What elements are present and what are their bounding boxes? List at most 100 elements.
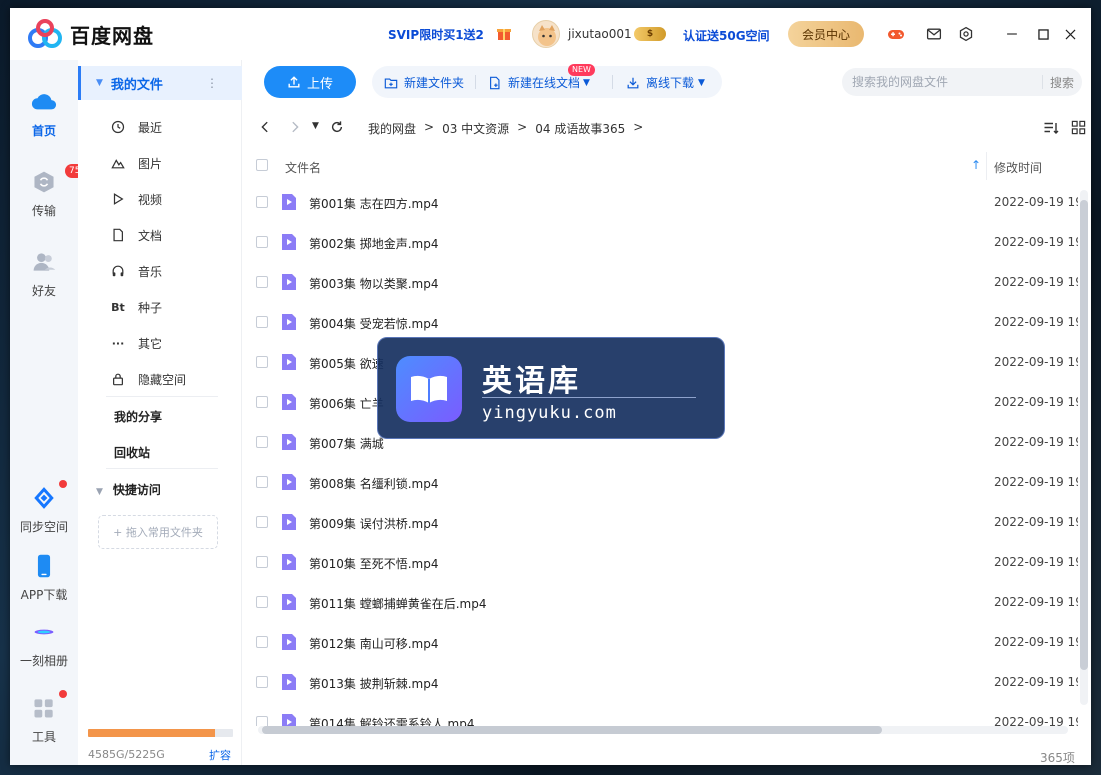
new-online-doc-button[interactable]: 新建在线文档 ▼ <box>488 74 590 91</box>
upload-button[interactable]: 上传 <box>264 66 356 98</box>
nav-album[interactable]: 一刻相册 <box>10 618 78 669</box>
row-checkbox[interactable] <box>256 356 268 368</box>
sidebar-item-torrents[interactable]: Bt 种子 <box>110 297 162 317</box>
avatar-cat-icon <box>538 25 556 46</box>
sidebar-item-music[interactable]: 音乐 <box>110 261 162 281</box>
sidebar-item-hidden-space[interactable]: 隐藏空间 <box>110 369 186 389</box>
row-checkbox[interactable] <box>256 236 268 248</box>
nav-transfer[interactable]: 75 传输 <box>10 164 85 219</box>
table-row[interactable]: 第004集 受宠若惊.mp4 2022-09-19 19: <box>242 302 1078 342</box>
row-checkbox[interactable] <box>256 556 268 568</box>
file-name[interactable]: 第005集 欲速 <box>309 355 384 372</box>
vertical-scrollbar[interactable] <box>1080 190 1088 705</box>
row-checkbox[interactable] <box>256 596 268 608</box>
row-checkbox[interactable] <box>256 636 268 648</box>
more-vertical-icon[interactable]: ⋮ <box>206 76 218 90</box>
table-row[interactable]: 第003集 物以类聚.mp4 2022-09-19 19: <box>242 262 1078 302</box>
vertical-scrollbar-thumb[interactable] <box>1080 200 1088 670</box>
nav-app-download[interactable]: APP下载 <box>10 552 78 603</box>
table-row[interactable]: 第011集 螳螂捕蝉黄雀在后.mp4 2022-09-19 19: <box>242 582 1078 622</box>
svip-badge[interactable]: $ <box>634 27 666 41</box>
sidebar-recycle-bin[interactable]: 回收站 <box>114 444 150 461</box>
grid-view-icon[interactable] <box>1071 120 1087 136</box>
username[interactable]: jixutao001 <box>568 27 632 41</box>
file-name[interactable]: 第010集 至死不悟.mp4 <box>309 555 438 572</box>
row-checkbox[interactable] <box>256 436 268 448</box>
table-row[interactable]: 第002集 掷地金声.mp4 2022-09-19 19: <box>242 222 1078 262</box>
table-row[interactable]: 第013集 披荆斩棘.mp4 2022-09-19 19: <box>242 662 1078 702</box>
column-header-modified-time[interactable]: 修改时间 <box>994 159 1042 176</box>
sidebar-quick-access[interactable]: ▼ 快捷访问 <box>96 481 161 498</box>
sidebar-my-files[interactable]: ▼ 我的文件 ⋮ <box>78 66 242 100</box>
row-checkbox[interactable] <box>256 716 268 726</box>
file-name[interactable]: 第004集 受宠若惊.mp4 <box>309 315 438 332</box>
offline-download-button[interactable]: 离线下载 ▼ <box>626 74 705 91</box>
maximize-icon[interactable] <box>1033 24 1053 44</box>
row-checkbox[interactable] <box>256 476 268 488</box>
horizontal-scrollbar[interactable] <box>258 726 1068 734</box>
file-name[interactable]: 第002集 掷地金声.mp4 <box>309 235 438 252</box>
column-header-name[interactable]: 文件名 <box>285 159 321 176</box>
refresh-icon[interactable] <box>330 120 344 138</box>
column-divider[interactable] <box>986 152 987 180</box>
sort-ascending-icon[interactable]: ↑ <box>971 158 981 172</box>
sort-icon[interactable] <box>1043 120 1059 136</box>
certification-promo-link[interactable]: 认证送50G空间 <box>683 27 770 44</box>
breadcrumb-separator: > <box>424 120 435 134</box>
nav-friends[interactable]: 好友 <box>10 248 78 299</box>
svip-promo-link[interactable]: SVIP限时买1送2 <box>388 26 484 43</box>
search-button[interactable]: 搜索 <box>1041 74 1074 91</box>
breadcrumb-item[interactable]: 04 成语故事365 <box>535 120 625 137</box>
nav-home[interactable]: 首页 <box>10 88 78 139</box>
close-icon[interactable] <box>1060 24 1080 44</box>
nav-sync-space[interactable]: 同步空间 <box>10 480 78 535</box>
file-name[interactable]: 第013集 披荆斩棘.mp4 <box>309 675 438 692</box>
forward-arrow-icon[interactable] <box>288 120 302 138</box>
row-checkbox[interactable] <box>256 316 268 328</box>
search-input[interactable] <box>852 74 1032 90</box>
sidebar-item-videos[interactable]: 视频 <box>110 189 162 209</box>
minimize-icon[interactable] <box>1002 24 1022 44</box>
back-arrow-icon[interactable] <box>258 120 272 138</box>
table-row[interactable]: 第001集 志在四方.mp4 2022-09-19 19: <box>242 182 1078 222</box>
new-folder-button[interactable]: 新建文件夹 <box>384 74 464 91</box>
table-row[interactable]: 第010集 至死不悟.mp4 2022-09-19 19: <box>242 542 1078 582</box>
file-name[interactable]: 第006集 亡羊 <box>309 395 384 412</box>
file-name[interactable]: 第008集 名缰利锁.mp4 <box>309 475 438 492</box>
history-dropdown-icon[interactable]: ▼ <box>312 121 319 131</box>
file-name[interactable]: 第003集 物以类聚.mp4 <box>309 275 438 292</box>
settings-gear-icon[interactable] <box>956 24 976 44</box>
row-checkbox[interactable] <box>256 676 268 688</box>
sidebar-item-recent[interactable]: 最近 <box>110 117 162 137</box>
sidebar-my-share[interactable]: 我的分享 <box>114 408 162 425</box>
member-center-button[interactable]: 会员中心 <box>788 21 864 47</box>
nav-tools[interactable]: 工具 <box>10 690 78 745</box>
expand-storage-link[interactable]: 扩容 <box>209 747 231 763</box>
row-checkbox[interactable] <box>256 196 268 208</box>
select-all-checkbox[interactable] <box>256 159 268 171</box>
breadcrumb-item[interactable]: 我的网盘 <box>368 120 416 137</box>
gift-icon[interactable] <box>496 25 512 41</box>
table-row[interactable]: 第009集 误付洪桥.mp4 2022-09-19 19: <box>242 502 1078 542</box>
sidebar-item-images[interactable]: 图片 <box>110 153 162 173</box>
row-checkbox[interactable] <box>256 516 268 528</box>
game-controller-icon[interactable] <box>886 24 906 44</box>
row-checkbox[interactable] <box>256 276 268 288</box>
file-name[interactable]: 第007集 满城 <box>309 435 384 452</box>
add-common-folder-dropzone[interactable]: + 拖入常用文件夹 <box>98 515 218 549</box>
avatar[interactable] <box>532 20 560 48</box>
file-name[interactable]: 第001集 志在四方.mp4 <box>309 195 438 212</box>
table-row[interactable]: 第008集 名缰利锁.mp4 2022-09-19 19: <box>242 462 1078 502</box>
mail-icon[interactable] <box>924 24 944 44</box>
row-checkbox[interactable] <box>256 396 268 408</box>
file-name[interactable]: 第011集 螳螂捕蝉黄雀在后.mp4 <box>309 595 486 612</box>
file-name[interactable]: 第012集 南山可移.mp4 <box>309 635 438 652</box>
table-row[interactable]: 第012集 南山可移.mp4 2022-09-19 19: <box>242 622 1078 662</box>
breadcrumb-item[interactable]: 03 中文资源 <box>442 120 509 137</box>
sidebar-item-other[interactable]: ··· 其它 <box>110 333 162 353</box>
horizontal-scrollbar-thumb[interactable] <box>262 726 882 734</box>
table-row[interactable]: 第014集 解铃还需系铃人.mp4 2022-09-19 19: <box>242 702 1078 726</box>
sidebar-item-documents[interactable]: 文档 <box>110 225 162 245</box>
file-name[interactable]: 第009集 误付洪桥.mp4 <box>309 515 438 532</box>
file-name[interactable]: 第014集 解铃还需系铃人.mp4 <box>309 715 474 726</box>
